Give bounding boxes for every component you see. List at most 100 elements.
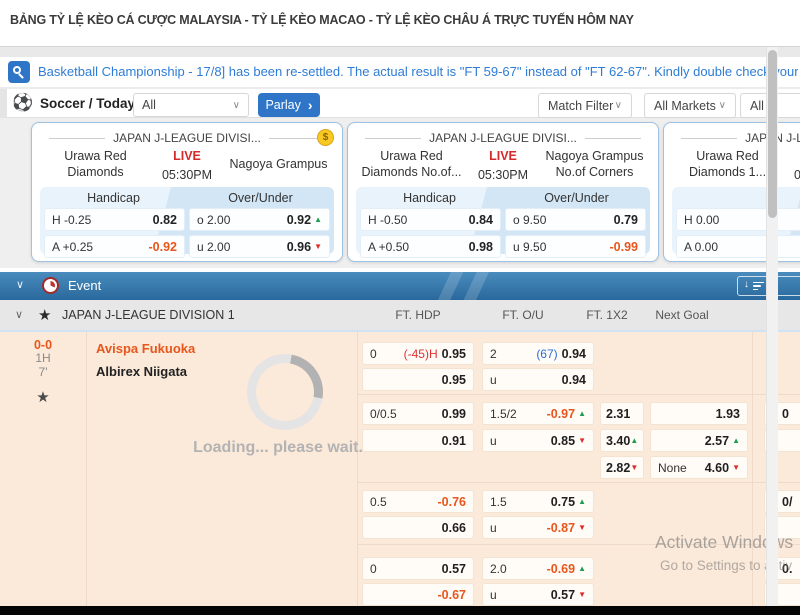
match-card[interactable]: JAPAN J-LEAGUE DIVISI... Urawa Red Diamo… [31, 122, 343, 262]
odds-cell-hdp[interactable]: 0.95 [362, 368, 474, 391]
odds-cell-ou[interactable]: u 0.57 [482, 583, 594, 606]
arrow-right-icon [308, 97, 313, 113]
odds-cell-ou[interactable]: 1.5 0.75 [482, 490, 594, 513]
announcement-bar: Basketball Championship - 17/8] has been… [0, 57, 800, 87]
column-header-ft-hdp: FT. HDP [362, 308, 474, 322]
trend-up-icon [314, 215, 322, 224]
odds-cell-hdp[interactable]: 0 (-45)H 0.95 [362, 342, 474, 365]
chevron-down-icon [233, 100, 240, 111]
odds-cell-hdp[interactable]: 0 0.57 [362, 557, 474, 580]
odds-cell[interactable]: o 2.00 0.92 [189, 208, 330, 231]
column-header-next-goal: Next Goal [632, 308, 732, 322]
bottom-black-bar [0, 606, 800, 615]
away-team-name: Albirex Niigata [96, 364, 187, 379]
toolbar: Soccer / Today All Parlay Match Filter A… [0, 89, 800, 118]
page-header: BẢNG TỶ LỆ KÈO CÁ CƯỢC MALAYSIA - TỶ LỆ … [0, 0, 800, 46]
home-team: Urawa Red Diamonds [38, 149, 153, 180]
odds-cell[interactable]: A +0.50 0.98 [360, 235, 501, 258]
column-header-ft-1x2: FT. 1X2 [585, 308, 629, 322]
away-team: Nagoya Grampus No.of Corners [537, 149, 652, 180]
soccer-icon [12, 93, 33, 113]
chevron-down-icon [615, 100, 622, 111]
odds-cell-ou[interactable]: u 0.94 [482, 368, 594, 391]
odds-cell[interactable]: u 2.00 0.96 [189, 235, 330, 258]
kickoff-time: 05:30PM [162, 168, 212, 182]
odds-cell-hdp[interactable]: 0.5 -0.76 [362, 490, 474, 513]
odds-cell-ou[interactable]: 1.5/2 -0.97 [482, 402, 594, 425]
collapse-chevron-icon[interactable] [16, 278, 24, 291]
over-under-label: Over/Under [187, 191, 334, 205]
odds-cell-1x2[interactable]: 2.31 [600, 402, 644, 425]
odds-cell[interactable]: A 0.00 [676, 235, 800, 258]
league-header-row: JAPAN J-LEAGUE DIVISION 1 FT. HDP FT. O/… [0, 300, 800, 330]
vertical-scrollbar[interactable] [766, 47, 778, 606]
trend-down-icon [578, 590, 586, 599]
league-select-value: All [142, 98, 156, 112]
coin-icon [317, 129, 334, 146]
odds-cell-hdp[interactable]: -0.67 [362, 583, 474, 606]
column-header-ft-ou: FT. O/U [482, 308, 564, 322]
match-period: 1H [0, 352, 86, 366]
trend-up-icon [578, 409, 586, 418]
match-card[interactable]: JAPAN J-LEAGUE DIVISI... Urawa Red Diamo… [663, 122, 800, 262]
favorite-star-icon[interactable] [0, 388, 86, 406]
trend-down-icon [314, 242, 322, 251]
odds-cell[interactable]: A +0.25 -0.92 [44, 235, 185, 258]
odds-cell-1x2[interactable]: 2.82 [600, 456, 644, 479]
card-odds-panel: H 0.00 A 0.00 [672, 187, 800, 254]
odds-cell-ou[interactable]: 2.0 -0.69 [482, 557, 594, 580]
match-filter-dropdown[interactable]: Match Filter [538, 93, 632, 118]
odds-cell-hdp[interactable]: 0.91 [362, 429, 474, 452]
kickoff-time: 05:30PM [794, 168, 800, 182]
odds-cell[interactable]: o 9.50 0.79 [505, 208, 646, 231]
league-select[interactable]: All [133, 93, 249, 117]
card-odds-panel: Handicap Over/Under H -0.50 0.84 o 9.50 … [356, 187, 650, 254]
trend-down-icon [630, 463, 638, 472]
card-league-header: JAPAN J-LEAGUE DIVISI... [32, 131, 342, 145]
card-odds-panel: Handicap Over/Under H -0.25 0.82 o 2.00 … [40, 187, 334, 254]
header-divider-band [0, 46, 800, 57]
trend-up-icon [732, 436, 740, 445]
handicap-label: Handicap [40, 191, 187, 205]
over-under-label: Over/Under [503, 191, 650, 205]
kickoff-time: 05:30PM [478, 168, 528, 182]
page-title: BẢNG TỶ LỆ KÈO CÁ CƯỢC MALAYSIA - TỶ LỆ … [10, 13, 634, 27]
odds-cell[interactable]: H -0.25 0.82 [44, 208, 185, 231]
odds-cell[interactable]: u 9.50 -0.99 [505, 235, 646, 258]
column-divider [86, 332, 87, 606]
odds-cell-next-goal[interactable]: 1.93 [650, 402, 748, 425]
trend-down-icon [732, 463, 740, 472]
parlay-button[interactable]: Parlay [258, 93, 320, 117]
search-icon[interactable] [8, 61, 30, 83]
card-league-header: JAPAN J-LEAGUE DIVISI... [348, 131, 658, 145]
odds-cell-ou[interactable]: 2 (67) 0.94 [482, 342, 594, 365]
home-team-name: Avispa Fukuoka [96, 341, 195, 356]
event-label: Event [68, 278, 101, 293]
chevron-down-icon [719, 100, 726, 111]
card-league-name: JAPAN J-LEAGUE DIVISI... [113, 131, 261, 145]
odds-cell-next-goal[interactable]: 2.57 [650, 429, 748, 452]
all-markets-dropdown[interactable]: All Markets [644, 93, 736, 118]
all-markets-label: All Markets [654, 99, 716, 113]
trend-down-icon [578, 436, 586, 445]
handicap-label: Handicap [356, 191, 503, 205]
match-card[interactable]: JAPAN J-LEAGUE DIVISI... Urawa Red Diamo… [347, 122, 659, 262]
away-team: Nagoya Grampus [221, 157, 336, 173]
decorative-stripes [420, 272, 510, 300]
odds-cell[interactable]: H -0.50 0.84 [360, 208, 501, 231]
odds-cell-hdp[interactable]: 0/0.5 0.99 [362, 402, 474, 425]
odds-cell[interactable]: H 0.00 [676, 208, 800, 231]
all-label: All [750, 99, 764, 113]
odds-cell-ou[interactable]: u 0.85 [482, 429, 594, 452]
odds-cell-hdp[interactable]: 0.66 [362, 516, 474, 539]
odds-cell-1x2[interactable]: 3.40 [600, 429, 644, 452]
favorite-star-icon[interactable] [38, 306, 51, 324]
collapse-chevron-icon[interactable] [15, 308, 23, 321]
odds-cell-ou[interactable]: u -0.87 [482, 516, 594, 539]
odds-cell-next-goal[interactable]: None 4.60 [650, 456, 748, 479]
scrollbar-thumb[interactable] [768, 50, 777, 218]
trend-down-icon [578, 523, 586, 532]
trend-up-icon [578, 497, 586, 506]
score-column: 0-0 1H 7' [0, 338, 86, 406]
loading-spinner [232, 339, 338, 445]
